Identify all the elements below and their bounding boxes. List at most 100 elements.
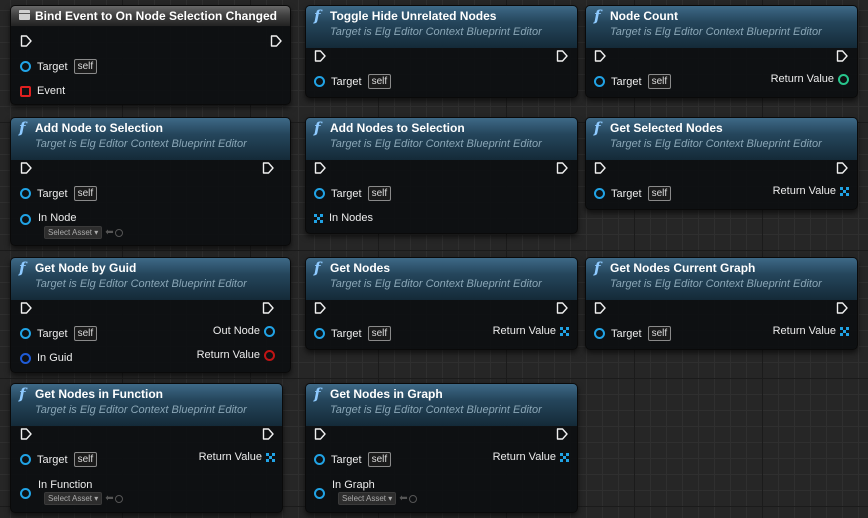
self-default: self (73, 452, 98, 467)
return-value-pin[interactable]: Return Value (771, 72, 849, 86)
target-pin[interactable]: Target self (594, 74, 672, 89)
target-pin[interactable]: Target self (314, 326, 392, 341)
node-title: Get Nodes Current Graph (610, 261, 756, 275)
array-pin-icon (266, 452, 275, 462)
exec-out-pin[interactable] (836, 302, 848, 314)
function-icon: f (594, 7, 601, 25)
array-pin-icon (840, 186, 849, 196)
toggle-hide-unrelated-node[interactable]: f Toggle Hide Unrelated Nodes Target is … (305, 5, 578, 98)
exec-out-pin[interactable] (262, 162, 274, 174)
use-selected-arrow-icon[interactable]: ⬅ (105, 227, 113, 238)
node-header: f Get Nodes in Function Target is Elg Ed… (11, 384, 282, 426)
node-title: Bind Event to On Node Selection Changed (35, 9, 278, 23)
exec-in-pin[interactable] (314, 428, 326, 440)
node-subtitle: Target is Elg Editor Context Blueprint E… (330, 138, 542, 150)
exec-out-pin[interactable] (556, 428, 568, 440)
in-guid-pin[interactable]: In Guid (20, 351, 72, 365)
object-pin-icon (20, 61, 31, 72)
node-header: f Toggle Hide Unrelated Nodes Target is … (306, 6, 577, 48)
exec-in-pin[interactable] (20, 35, 32, 47)
target-pin[interactable]: Target self (594, 326, 672, 341)
get-nodes-current-graph-node[interactable]: f Get Nodes Current Graph Target is Elg … (585, 257, 858, 350)
asset-picker[interactable]: Select Asset ▾ ⬅ (338, 492, 417, 505)
self-default: self (367, 452, 392, 467)
object-pin-icon (594, 188, 605, 199)
in-node-pin[interactable] (20, 212, 37, 226)
exec-in-pin[interactable] (314, 50, 326, 62)
use-selected-arrow-icon[interactable]: ⬅ (399, 493, 407, 504)
get-selected-nodes-node[interactable]: f Get Selected Nodes Target is Elg Edito… (585, 117, 858, 210)
guid-pin-icon (20, 352, 31, 364)
get-nodes-node[interactable]: f Get Nodes Target is Elg Editor Context… (305, 257, 578, 350)
return-value-pin[interactable]: Return Value (199, 450, 275, 464)
node-count-node[interactable]: f Node Count Target is Elg Editor Contex… (585, 5, 858, 98)
exec-in-pin[interactable] (20, 302, 32, 314)
use-selected-arrow-icon[interactable]: ⬅ (105, 493, 113, 504)
get-nodes-in-function-node[interactable]: f Get Nodes in Function Target is Elg Ed… (10, 383, 283, 513)
exec-in-pin[interactable] (314, 302, 326, 314)
exec-in-pin[interactable] (594, 302, 606, 314)
node-title: Add Node to Selection (35, 121, 164, 135)
return-value-pin[interactable]: Return Value (773, 324, 849, 338)
exec-out-pin[interactable] (836, 162, 848, 174)
object-pin-icon (20, 454, 31, 465)
target-pin[interactable]: Target self (20, 326, 98, 341)
target-pin[interactable]: Target self (314, 452, 392, 467)
exec-in-pin[interactable] (594, 50, 606, 62)
exec-out-pin[interactable] (262, 428, 274, 440)
exec-out-pin[interactable] (836, 50, 848, 62)
node-subtitle: Target is Elg Editor Context Blueprint E… (610, 26, 822, 38)
target-pin[interactable]: Target self (314, 74, 392, 89)
node-title: Get Nodes (330, 261, 391, 275)
add-node-to-selection-node[interactable]: f Add Node to Selection Target is Elg Ed… (10, 117, 291, 246)
node-header: f Get Nodes Target is Elg Editor Context… (306, 258, 577, 300)
exec-in-pin[interactable] (594, 162, 606, 174)
get-nodes-in-graph-node[interactable]: f Get Nodes in Graph Target is Elg Edito… (305, 383, 578, 513)
in-graph-pin[interactable] (314, 486, 331, 500)
asset-picker[interactable]: Select Asset ▾ ⬅ (44, 492, 123, 505)
exec-out-pin[interactable] (556, 162, 568, 174)
in-graph-label: In Graph (332, 479, 375, 492)
target-pin[interactable]: Target self (314, 186, 392, 201)
object-pin-icon (314, 188, 325, 199)
return-value-pin[interactable]: Return Value (197, 348, 275, 362)
self-default: self (367, 326, 392, 341)
return-value-pin[interactable]: Return Value (773, 184, 849, 198)
target-pin[interactable]: Target self (20, 59, 98, 74)
in-function-pin[interactable] (20, 486, 37, 500)
exec-out-pin[interactable] (556, 50, 568, 62)
target-pin[interactable]: Target self (20, 452, 98, 467)
asset-picker[interactable]: Select Asset ▾ ⬅ (44, 226, 123, 239)
exec-in-pin[interactable] (20, 162, 32, 174)
exec-in-pin[interactable] (314, 162, 326, 174)
select-asset-dropdown[interactable]: Select Asset ▾ (338, 492, 397, 505)
in-nodes-pin[interactable]: In Nodes (314, 211, 373, 225)
get-node-by-guid-node[interactable]: f Get Node by Guid Target is Elg Editor … (10, 257, 291, 373)
self-default: self (73, 59, 98, 74)
out-node-pin[interactable]: Out Node (213, 324, 275, 338)
browse-magnifier-icon[interactable] (408, 494, 417, 503)
target-pin[interactable]: Target self (594, 186, 672, 201)
exec-in-pin[interactable] (20, 428, 32, 440)
select-asset-dropdown[interactable]: Select Asset ▾ (44, 226, 103, 239)
return-value-pin[interactable]: Return Value (493, 450, 569, 464)
exec-out-pin[interactable] (262, 302, 274, 314)
add-nodes-to-selection-node[interactable]: f Add Nodes to Selection Target is Elg E… (305, 117, 578, 234)
target-pin[interactable]: Target self (20, 186, 98, 201)
self-default: self (73, 326, 98, 341)
object-pin-icon (594, 76, 605, 87)
return-value-pin[interactable]: Return Value (493, 324, 569, 338)
exec-out-pin[interactable] (270, 35, 282, 47)
select-asset-dropdown[interactable]: Select Asset ▾ (44, 492, 103, 505)
int-pin-icon (838, 73, 849, 85)
browse-magnifier-icon[interactable] (114, 494, 123, 503)
event-pin[interactable]: Event (20, 84, 65, 98)
bind-event-node[interactable]: Bind Event to On Node Selection Changed … (10, 5, 291, 105)
array-pin-icon (840, 326, 849, 336)
function-icon: f (314, 7, 321, 25)
node-subtitle: Target is Elg Editor Context Blueprint E… (35, 278, 247, 290)
exec-out-pin[interactable] (556, 302, 568, 314)
object-pin-icon (20, 328, 31, 339)
node-title: Toggle Hide Unrelated Nodes (330, 9, 497, 23)
browse-magnifier-icon[interactable] (114, 228, 123, 237)
